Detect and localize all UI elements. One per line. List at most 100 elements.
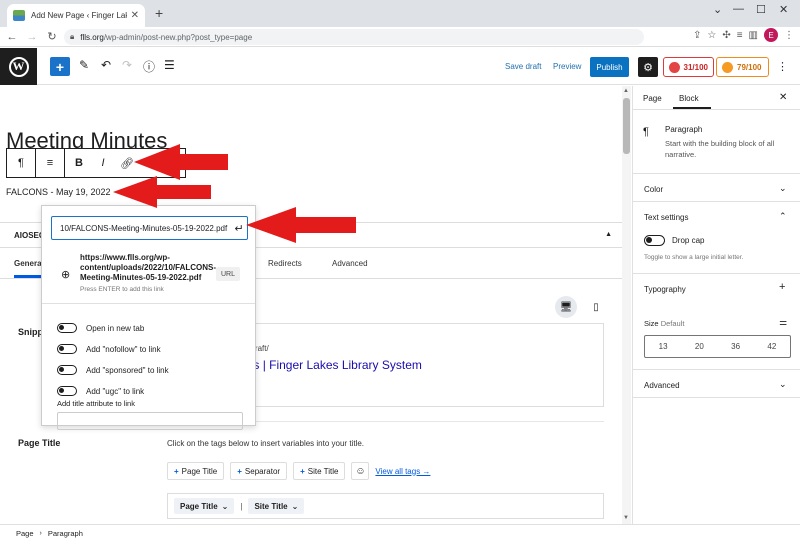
details-info-icon[interactable]: ⓘ [143, 58, 155, 75]
redo-icon[interactable]: ↷ [122, 58, 132, 72]
nofollow-toggle-row[interactable]: Add "nofollow" to link [57, 344, 161, 354]
reload-icon[interactable]: ↻ [44, 30, 60, 43]
bold-icon[interactable]: B [65, 157, 93, 169]
block-inserter-button[interactable]: + [50, 57, 70, 76]
typography-options-plus-icon[interactable]: + [779, 281, 785, 293]
minimize-icon[interactable]: — [733, 3, 744, 15]
toggle-switch[interactable] [57, 365, 77, 375]
tab-close-icon[interactable]: ✕ [131, 10, 139, 21]
options-menu-icon[interactable]: ⋮ [777, 60, 788, 73]
pen-tool-icon[interactable]: ✎ [79, 58, 89, 72]
paragraph-block[interactable]: FALCONS - May 19, 2022 [6, 187, 111, 197]
window-chevron-icon[interactable]: ⌄ [713, 3, 722, 16]
suggestion-hint: Press ENTER to add this link [80, 286, 164, 293]
color-panel[interactable]: Color ⌄ [633, 174, 800, 202]
extensions-icon[interactable]: ✣ [722, 30, 730, 41]
mobile-preview-icon[interactable]: ▯ [585, 296, 607, 318]
wordpress-logo-icon[interactable]: W [0, 48, 37, 85]
align-text-icon[interactable]: ≡ [36, 157, 64, 169]
save-draft-button[interactable]: Save draft [505, 62, 541, 71]
add-site-title-tag-button[interactable]: + Site Title [293, 462, 346, 480]
chevron-down-icon[interactable]: ⌄ [222, 502, 229, 511]
tab-advanced[interactable]: Advanced [332, 259, 368, 268]
link-url-input[interactable]: 10/FALCONS-Meeting-Minutes-05-19-2022.pd… [51, 216, 248, 240]
scrollbar-thumb[interactable] [623, 98, 630, 154]
breadcrumb-paragraph[interactable]: Paragraph [48, 529, 83, 538]
aioseo-score-button[interactable]: 79/100 [716, 57, 769, 77]
suggestion-url: https://www.flls.org/wp-content/uploads/… [80, 253, 217, 282]
scroll-down-icon[interactable]: ▼ [623, 515, 629, 521]
toggle-switch[interactable] [57, 344, 77, 354]
chevron-down-icon[interactable]: ⌄ [292, 502, 299, 511]
bookmark-star-icon[interactable]: ☆ [707, 30, 716, 41]
plus-icon: + [174, 466, 179, 476]
font-size-option[interactable]: 42 [754, 336, 790, 357]
view-all-tags-link[interactable]: View all tags → [375, 467, 430, 476]
tab-redirects[interactable]: Redirects [268, 259, 302, 268]
tab-title: Add New Page ‹ Finger Lakes Lib [31, 11, 127, 20]
back-icon[interactable]: ← [4, 31, 20, 43]
drop-cap-toggle[interactable] [644, 235, 665, 246]
tag-label: Site Title [307, 466, 339, 476]
title-chip-site-title[interactable]: Site Title ⌄ [248, 498, 305, 514]
submit-link-icon[interactable]: ↵ [231, 222, 247, 235]
custom-size-sliders-icon[interactable]: ⚌ [779, 317, 787, 328]
emoji-picker-icon[interactable]: ☺ [351, 462, 370, 480]
chip-label: Site Title [254, 501, 288, 511]
link-suggestion[interactable]: ⊕ https://www.flls.org/wp-content/upload… [42, 248, 255, 304]
side-panel-icon[interactable]: ▥ [749, 30, 758, 41]
profile-avatar[interactable]: E [764, 28, 778, 42]
forward-icon[interactable]: → [24, 31, 40, 43]
undo-icon[interactable]: ↶ [101, 58, 111, 72]
lock-icon[interactable]: 🔒︎ [70, 32, 74, 42]
link-popover: 10/FALCONS-Meeting-Minutes-05-19-2022.pd… [41, 205, 256, 430]
browser-tab[interactable]: Add New Page ‹ Finger Lakes Lib ✕ [7, 4, 145, 27]
add-page-title-tag-button[interactable]: + Page Title [167, 462, 225, 480]
sponsored-toggle-row[interactable]: Add "sponsored" to link [57, 365, 169, 375]
reading-list-icon[interactable]: ≡ [737, 30, 743, 41]
font-size-option[interactable]: 13 [645, 336, 681, 357]
title-chip-page-title[interactable]: Page Title ⌄ [174, 498, 235, 514]
add-separator-tag-button[interactable]: + Separator [230, 462, 288, 480]
publish-button[interactable]: Publish [590, 57, 629, 77]
toggle-switch[interactable] [57, 323, 77, 333]
ugc-toggle-row[interactable]: Add "ugc" to link [57, 386, 144, 396]
tab-block[interactable]: Block [679, 94, 699, 103]
collapse-up-icon[interactable]: ▲ [605, 231, 612, 238]
font-size-option[interactable]: 36 [718, 336, 754, 357]
title-attribute-input[interactable] [57, 412, 243, 430]
share-icon[interactable]: ⇪ [693, 30, 701, 41]
chevron-down-icon[interactable]: ⌄ [779, 183, 787, 194]
address-bar[interactable]: 🔒︎ flls.org/wp-admin/post-new.php?post_t… [64, 29, 644, 45]
breadcrumb-page[interactable]: Page [16, 529, 34, 538]
maximize-icon[interactable]: ☐ [756, 3, 766, 16]
desktop-preview-icon[interactable]: 🖥︎ [555, 296, 577, 318]
aioseo-logo-icon [722, 61, 733, 73]
tab-page[interactable]: Page [643, 94, 662, 103]
new-tab-button[interactable]: + [155, 5, 163, 21]
window-close-icon[interactable]: ✕ [779, 3, 788, 16]
paragraph-block-icon[interactable]: ¶ [7, 157, 35, 169]
advanced-panel[interactable]: Advanced ⌄ [633, 370, 800, 398]
drop-cap-help: Toggle to show a large initial letter. [644, 254, 744, 261]
settings-gear-icon[interactable]: ⚙ [638, 57, 658, 77]
editor-canvas: Meeting Minutes ¶ ≡ B I 🔗︎ FALCONS - May… [0, 86, 631, 524]
text-settings-panel: Text settings ⌃ Drop cap Toggle to show … [633, 202, 800, 274]
scroll-up-icon[interactable]: ▲ [623, 88, 629, 94]
tab-general[interactable]: General [14, 259, 44, 268]
browser-menu-icon[interactable]: ⋮ [784, 30, 794, 41]
open-new-tab-toggle-row[interactable]: Open in new tab [57, 323, 144, 333]
seo-score-button[interactable]: 31/100 [663, 57, 714, 77]
font-size-option[interactable]: 20 [681, 336, 717, 357]
text-settings-title[interactable]: Text settings [644, 213, 688, 222]
italic-icon[interactable]: I [93, 157, 113, 169]
toggle-switch[interactable] [57, 386, 77, 396]
close-sidebar-icon[interactable]: ✕ [779, 92, 787, 103]
seo-title-input[interactable]: Page Title ⌄ | Site Title ⌄ [167, 493, 604, 519]
chevron-down-icon[interactable]: ⌄ [779, 379, 787, 390]
preview-button[interactable]: Preview [553, 62, 581, 71]
block-breadcrumb: Page › Paragraph [0, 524, 800, 541]
list-view-icon[interactable]: ☰ [164, 58, 175, 72]
chevron-up-icon[interactable]: ⌃ [779, 211, 787, 222]
canvas-scrollbar[interactable]: ▲ ▼ [622, 86, 631, 524]
